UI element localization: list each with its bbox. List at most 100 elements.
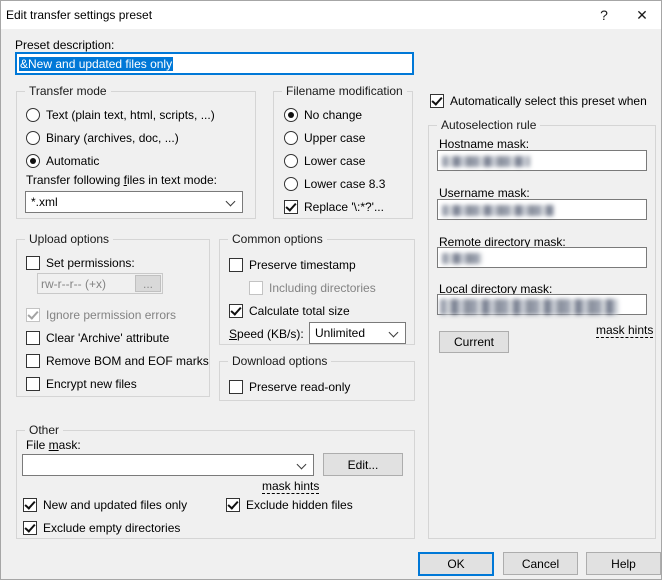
preserve-read-only-checkbox[interactable]: Preserve read-only [229,379,350,394]
clear-archive-label: Clear 'Archive' attribute [46,331,169,345]
exclude-empty-directories-label: Exclude empty directories [43,521,180,535]
filename-no-change-label: No change [304,108,362,122]
edit-button[interactable]: Edit... [323,453,403,476]
transfer-mode-text-label: Text (plain text, html, scripts, ...) [46,108,215,122]
autoselection-mask-hints-link[interactable]: mask hints [596,323,653,338]
checkbox-checked-icon [229,304,243,318]
filename-replace-label: Replace '\:*?'... [304,200,384,214]
redacted-text [440,299,618,315]
username-mask-input[interactable] [437,199,647,220]
download-options-group-title: Download options [228,354,331,368]
radio-selected-icon [284,108,298,122]
transfer-mode-automatic-label: Automatic [46,154,99,168]
checkbox-checked-icon [226,498,240,512]
close-icon[interactable]: ✕ [625,1,659,29]
speed-combobox[interactable]: Unlimited [309,322,406,344]
preserve-timestamp-label: Preserve timestamp [249,258,356,272]
auto-select-preset-label: Automatically select this preset when [450,94,647,108]
checkbox-checked-icon [23,498,37,512]
transfer-mode-automatic-radio[interactable]: Automatic [26,153,99,168]
help-icon[interactable]: ? [587,1,621,29]
checkbox-icon [26,377,40,391]
checkbox-icon [229,258,243,272]
text-mode-files-value: *.xml [31,195,58,209]
remove-bom-checkbox[interactable]: Remove BOM and EOF marks [26,353,209,368]
file-mask-combobox[interactable] [22,454,314,476]
preserve-read-only-label: Preserve read-only [249,380,350,394]
edit-transfer-settings-preset-dialog: Edit transfer settings preset ? ✕ Preset… [0,0,662,580]
encrypt-new-files-label: Encrypt new files [46,377,137,391]
clear-archive-checkbox[interactable]: Clear 'Archive' attribute [26,330,169,345]
ok-button[interactable]: OK [418,552,494,576]
checkbox-icon [26,331,40,345]
radio-icon [26,131,40,145]
checkbox-icon [229,380,243,394]
checkbox-checked-icon [430,94,444,108]
set-permissions-checkbox[interactable]: Set permissions: [26,255,135,270]
checkbox-checked-icon [23,521,37,535]
set-permissions-label: Set permissions: [46,256,135,270]
chevron-down-icon [226,197,236,207]
preset-description-label: Preset description: [15,38,114,52]
exclude-hidden-files-label: Exclude hidden files [246,498,353,512]
preset-description-input[interactable]: &New and updated files only [15,52,414,75]
redacted-text [442,253,482,264]
calculate-total-size-checkbox[interactable]: Calculate total size [229,303,350,318]
filename-lower-case-83-label: Lower case 8.3 [304,177,385,191]
common-options-group-title: Common options [228,232,327,246]
permissions-browse-button: ... [135,275,161,292]
redacted-text [442,205,554,216]
auto-select-preset-checkbox[interactable]: Automatically select this preset when [430,93,647,108]
cancel-button[interactable]: Cancel [503,552,578,575]
calculate-total-size-label: Calculate total size [249,304,350,318]
checkbox-icon [26,354,40,368]
preset-description-value: &New and updated files only [19,57,173,71]
including-directories-checkbox: Including directories [249,280,376,295]
filename-lower-case-radio[interactable]: Lower case [284,153,365,168]
local-directory-mask-input[interactable] [437,294,647,315]
transfer-mode-binary-radio[interactable]: Binary (archives, doc, ...) [26,130,179,145]
speed-label: Speed (KB/s): [229,327,304,341]
radio-icon [284,154,298,168]
chevron-down-icon [389,328,399,338]
file-mask-hints-link[interactable]: mask hints [262,479,319,494]
ignore-permission-errors-label: Ignore permission errors [46,308,176,322]
encrypt-new-files-checkbox[interactable]: Encrypt new files [26,376,137,391]
radio-selected-icon [26,154,40,168]
filename-lower-case-83-radio[interactable]: Lower case 8.3 [284,176,385,191]
checkbox-checked-disabled-icon [26,308,40,322]
username-mask-label: Username mask: [439,186,530,200]
transfer-mode-binary-label: Binary (archives, doc, ...) [46,131,179,145]
speed-value: Unlimited [315,326,365,340]
exclude-empty-directories-checkbox[interactable]: Exclude empty directories [23,520,180,535]
current-button[interactable]: Current [439,331,509,353]
exclude-hidden-files-checkbox[interactable]: Exclude hidden files [226,497,353,512]
transfer-mode-group-title: Transfer mode [25,84,111,98]
hostname-mask-input[interactable] [437,150,647,171]
text-mode-files-combobox[interactable]: *.xml [25,191,243,213]
window-title: Edit transfer settings preset [6,8,152,22]
new-and-updated-files-only-checkbox[interactable]: New and updated files only [23,497,187,512]
chevron-down-icon [297,460,307,470]
remote-directory-mask-input[interactable] [437,247,647,268]
ellipsis-icon: ... [143,277,153,291]
filename-no-change-radio[interactable]: No change [284,107,362,122]
preserve-timestamp-checkbox[interactable]: Preserve timestamp [229,257,356,272]
checkbox-checked-icon [284,200,298,214]
text-mode-files-label: Transfer following files in text mode: [26,173,217,187]
radio-icon [284,131,298,145]
remove-bom-label: Remove BOM and EOF marks [46,354,209,368]
filename-upper-case-radio[interactable]: Upper case [284,130,365,145]
radio-icon [26,108,40,122]
filename-upper-case-label: Upper case [304,131,365,145]
transfer-mode-text-radio[interactable]: Text (plain text, html, scripts, ...) [26,107,215,122]
ignore-permission-errors-checkbox: Ignore permission errors [26,307,176,322]
titlebar: Edit transfer settings preset ? ✕ [1,1,661,29]
autoselection-rule-group-title: Autoselection rule [437,118,540,132]
filename-modification-group-title: Filename modification [282,84,407,98]
filename-replace-checkbox[interactable]: Replace '\:*?'... [284,199,384,214]
hostname-mask-label: Hostname mask: [439,137,529,151]
radio-icon [284,177,298,191]
including-directories-label: Including directories [269,281,376,295]
help-button[interactable]: Help [586,552,661,575]
